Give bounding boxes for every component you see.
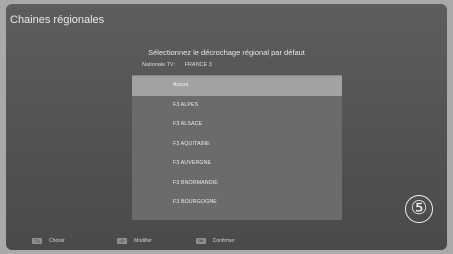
region-list: Aucun F3 ALPES F3 ALSACE F3 AQUITAINE F3… [132,75,342,220]
dialog-heading: Sélectionnez le décrochage régional par … [148,48,305,57]
region-item-auvergne[interactable]: F3 AUVERGNE [132,154,342,174]
footer-modify: ◁▷ Modifier [117,238,152,244]
footer-modify-label: Modifier [134,238,152,244]
footer-choose: ▽△ Choisir [32,238,65,244]
national-tv-label: Nationale TV: [142,62,176,68]
national-tv-value: FRANCE 3 [184,62,212,68]
region-item-alsace[interactable]: F3 ALSACE [132,115,342,135]
region-item-aquitaine[interactable]: F3 AQUITAINE [132,135,342,155]
region-item-alpes[interactable]: F3 ALPES [132,96,342,116]
footer-confirm: OK Confirmer [196,238,235,244]
region-item-bourgogne[interactable]: F3 BOURGOGNE [132,193,342,213]
up-down-key-icon: ▽△ [32,238,43,244]
screen-title: Chaines régionales [10,14,105,26]
tv-screen: Chaines régionales Sélectionnez le décro… [6,4,447,250]
region-item-aucun[interactable]: Aucun [132,76,342,96]
footer-legend: ▽△ Choisir ◁▷ Modifier OK Confirmer [6,236,447,250]
footer-confirm-label: Confirmer [212,238,235,244]
ok-key-icon: OK [196,238,206,244]
region-item-bnormandie[interactable]: F3 BNORMANDIE [132,174,342,194]
left-right-key-icon: ◁▷ [117,238,128,244]
national-tv-row: Nationale TV: FRANCE 3 [142,62,212,68]
footer-choose-label: Choisir [49,238,65,244]
step-number-badge: ⑤ [405,195,433,223]
